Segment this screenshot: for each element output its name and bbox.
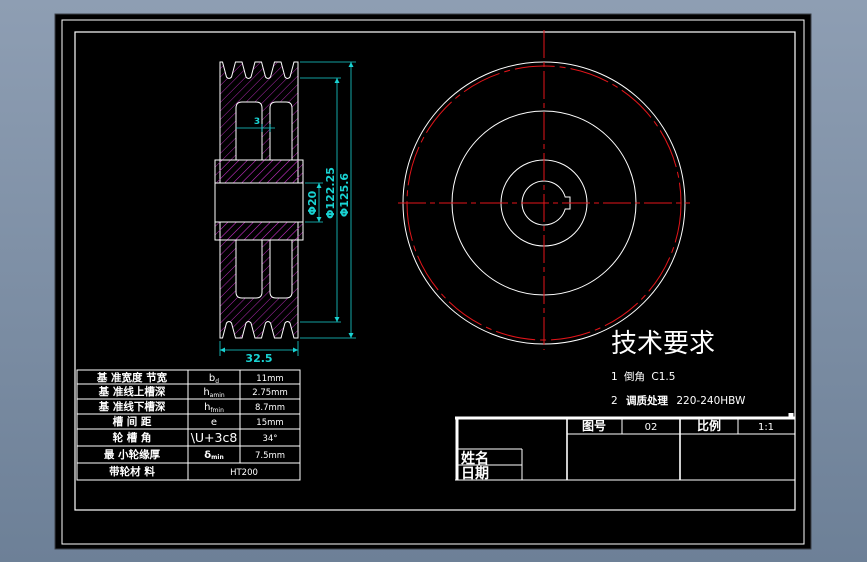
dim-bore-diameter: Φ20: [306, 190, 319, 215]
web-cavity-top-right: [269, 101, 293, 160]
drawing-number-value: 02: [645, 422, 658, 433]
table-row-label: 最 小轮缘厚: [104, 448, 161, 461]
table-row-label: 基 准线下槽深: [98, 400, 166, 413]
cad-drawing-viewport[interactable]: 3 Φ125.6 Φ122.25 Φ20 32.5 技术要求 1 倒角 C1.5…: [0, 0, 867, 562]
web-cavity-bottom-left: [235, 240, 263, 299]
requirement-item: 2 调质处理 220-240HBW: [611, 394, 746, 407]
table-row-value: 7.5mm: [255, 451, 285, 461]
drawing-canvas[interactable]: [54, 13, 812, 550]
table-row-label: 轮 槽 角: [113, 431, 152, 444]
dim-outer-diameter: Φ125.6: [338, 173, 351, 217]
date-label: 日期: [461, 466, 489, 482]
pulley-section-view: [214, 60, 304, 340]
dim-pulley-width: 32.5: [245, 352, 272, 365]
table-row-label: 基 准线上槽深: [98, 385, 166, 398]
drawing-number-label: 图号: [582, 418, 606, 433]
web-cavity-top-left: [235, 101, 263, 160]
material-label: 带轮材 料: [109, 465, 155, 478]
table-row-value: 11mm: [256, 374, 283, 384]
table-row-symbol: e: [211, 417, 217, 428]
name-label: 姓名: [461, 450, 489, 467]
requirement-item: 1 倒角 C1.5: [611, 371, 675, 383]
table-row-symbol: \U+3c8: [191, 430, 238, 445]
pulley-bore: [214, 182, 304, 223]
scale-label: 比例: [697, 418, 721, 433]
table-row-value: 2.75mm: [252, 388, 288, 398]
scale-value: 1:1: [758, 422, 774, 433]
material-value: HT200: [230, 468, 258, 478]
dim-web-thickness: 3: [254, 117, 260, 127]
table-row-label: 基 准宽度 节宽: [96, 371, 168, 384]
table-row-value: 8.7mm: [255, 403, 285, 413]
technical-requirements-title: 技术要求: [611, 329, 715, 359]
dim-pitch-diameter: Φ122.25: [324, 167, 337, 219]
table-row-value: 34°: [262, 434, 277, 444]
web-cavity-bottom-right: [269, 240, 293, 299]
table-row-label: 槽 间 距: [113, 415, 152, 428]
table-row-value: 15mm: [256, 418, 283, 428]
